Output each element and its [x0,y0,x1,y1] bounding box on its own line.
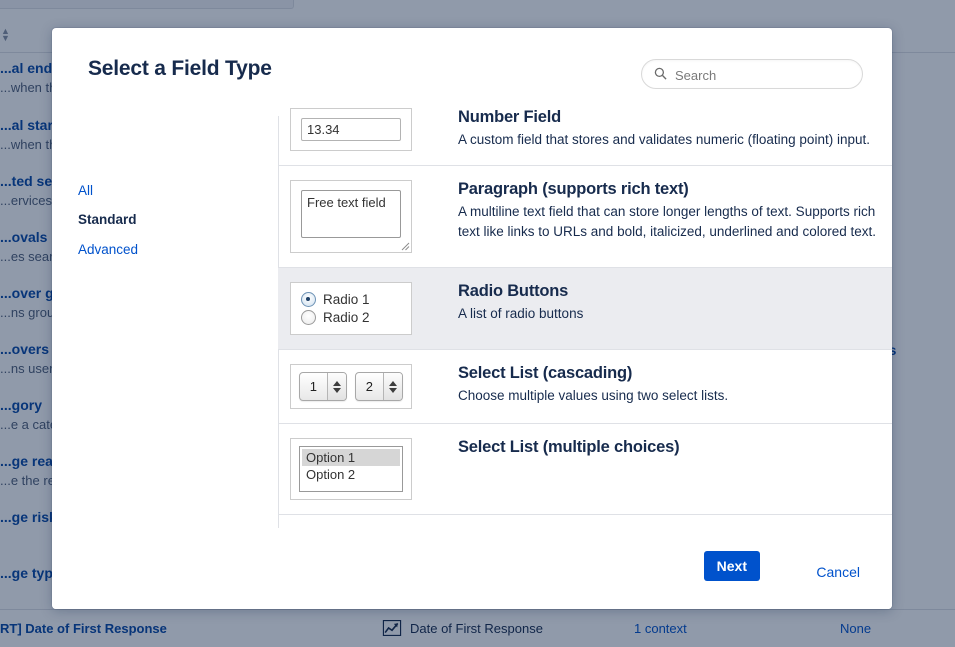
preview-frame: Radio 1 Radio 2 [290,282,412,335]
paragraph-textarea-preview[interactable] [301,190,401,238]
field-type-description: A list of radio buttons [458,304,583,324]
field-type-info: Select List (cascading) Choose multiple v… [458,364,742,409]
stepper-arrows-icon[interactable] [383,373,402,400]
select-list-2[interactable]: 2 [355,372,403,401]
category-sidebar: All Standard Advanced [52,94,278,554]
sidebar-item-standard[interactable]: Standard [78,212,137,227]
field-type-name: Select List (multiple choices) [458,438,679,457]
field-type-info: Radio Buttons A list of radio buttons [458,282,597,335]
field-type-row[interactable]: Option 1Option 2 Select List (multiple ch… [278,424,892,515]
cascading-select-pair: 12 [299,372,403,401]
sidebar-item-advanced[interactable]: Advanced [78,242,138,257]
preview-frame: Option 1Option 2 [290,438,412,500]
field-type-description: A multiline text field that can store lo… [458,202,878,241]
field-preview: Option 1Option 2 [290,438,440,500]
field-type-row[interactable]: Radio 1 Radio 2 Radio Buttons A list of rad… [278,268,892,350]
search-input[interactable] [673,61,857,89]
preview-frame [290,180,412,253]
page-title: Select a Field Type [88,57,272,81]
select-value: 1 [300,373,327,400]
field-type-row[interactable]: Paragraph (supports rich text) A multilin… [278,166,892,268]
multi-select-option[interactable]: Option 2 [302,466,400,483]
select-field-type-dialog: Select a Field Type AllStandardAdvanced … [52,28,892,609]
radio-option[interactable]: Radio 1 [301,292,401,307]
dialog-header: Select a Field Type [52,28,892,94]
field-type-info: Select List (multiple choices) [458,438,693,500]
stepper-arrows-icon[interactable] [327,373,346,400]
field-type-row[interactable]: Number Field A custom field that stores a… [278,94,892,166]
radio-option-label: Radio 1 [323,292,370,307]
field-preview [290,180,440,253]
radio-unchecked-icon[interactable] [301,310,316,325]
radio-checked-icon[interactable] [301,292,316,307]
field-preview: 12 [290,364,440,409]
radio-option[interactable]: Radio 2 [301,310,401,325]
multi-select-option[interactable]: Option 1 [302,449,400,466]
field-type-name: Select List (cascading) [458,364,728,383]
preview-frame: 12 [290,364,412,409]
field-type-row[interactable]: 12Select List (cascading)Choose multiple… [278,350,892,424]
field-type-info: Number Field A custom field that stores a… [458,108,884,151]
cancel-button[interactable]: Cancel [816,564,860,580]
resize-grip-icon[interactable] [401,242,410,251]
field-type-name: Paragraph (supports rich text) [458,180,878,199]
preview-frame [290,108,412,151]
select-value: 2 [356,373,383,400]
sidebar-item-all[interactable]: All [78,183,93,198]
field-preview: Radio 1 Radio 2 [290,282,440,335]
search-icon [654,67,667,80]
field-type-name: Number Field [458,108,870,127]
field-type-description: Choose multiple values using two select … [458,386,728,406]
select-list-1[interactable]: 1 [299,372,347,401]
dialog-footer: Next Cancel [52,531,892,609]
multi-select-preview[interactable]: Option 1Option 2 [299,446,403,492]
field-type-info: Paragraph (supports rich text) A multilin… [458,180,892,253]
field-type-name: Radio Buttons [458,282,583,301]
search-box[interactable] [641,59,863,89]
field-type-list[interactable]: Number Field A custom field that stores a… [278,94,892,531]
next-button[interactable]: Next [704,551,760,581]
field-type-description: A custom field that stores and validates… [458,130,870,150]
field-preview [290,108,440,151]
number-input-preview[interactable] [301,118,401,141]
radio-option-label: Radio 2 [323,310,370,325]
